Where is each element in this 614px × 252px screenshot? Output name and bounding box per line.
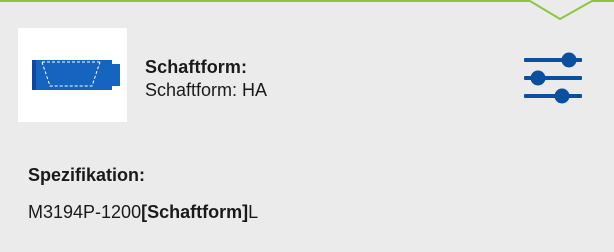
specification-code: M3194P-1200[Schaftform]L (28, 202, 258, 223)
shank-form-value: Schaftform: HA (145, 80, 268, 100)
top-border-with-notch (0, 0, 614, 21)
shank-form-ha-icon (32, 60, 120, 90)
product-card: Schaftform: Schaftform: HA Spezifikation… (0, 0, 614, 252)
specification-label: Spezifikation: (28, 165, 146, 185)
shank-form-thumbnail (18, 28, 127, 122)
specification-placeholder: [Schaftform] (141, 202, 249, 222)
specification-prefix: M3194P-1200 (28, 202, 142, 222)
filter-button[interactable] (522, 51, 586, 105)
shank-form-label: Schaftform: (145, 57, 248, 77)
specification-suffix: L (248, 202, 259, 222)
sliders-icon (524, 52, 582, 104)
